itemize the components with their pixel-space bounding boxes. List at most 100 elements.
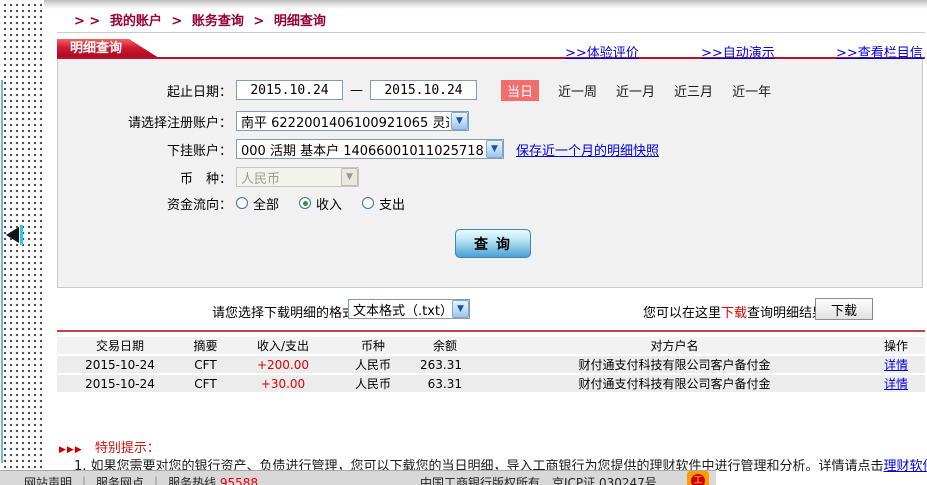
- cell-balance: 63.31: [408, 375, 482, 392]
- flow-radio-expense[interactable]: 支出: [362, 194, 405, 213]
- footer-separator: ｜: [150, 476, 162, 485]
- quick-range-year-button[interactable]: 近一年: [732, 81, 771, 100]
- download-format-select[interactable]: 文本格式（.txt） ▼: [348, 299, 470, 319]
- detail-link[interactable]: 详情: [884, 377, 908, 391]
- download-button[interactable]: 下载: [815, 298, 873, 320]
- breadcrumb-detail-query[interactable]: 明细查询: [274, 14, 326, 29]
- radio-unselected-icon: [236, 197, 248, 209]
- flow-radio-expense-label: 支出: [379, 194, 405, 213]
- chevron-down-icon: ▼: [451, 112, 468, 130]
- chevron-down-icon: ▼: [341, 168, 358, 186]
- triple-arrow-icon: ▶▶▶: [59, 445, 83, 455]
- breadcrumb: > > 我的账户 > 账务查询 > 明细查询: [74, 10, 331, 29]
- cell-summary: CFT: [183, 375, 228, 392]
- col-header-action: 操作: [867, 337, 925, 354]
- icbc-logo: 工: [687, 471, 709, 485]
- date-range-row: 起止日期： — 当日 近一周 近一月 近三月 近一年: [58, 79, 771, 101]
- save-monthly-snapshot-link[interactable]: 保存近一个月的明细快照: [516, 140, 659, 159]
- date-range-label: 起止日期：: [58, 81, 236, 100]
- table-header-row: 交易日期 摘要 收入/支出 币种 余额 对方户名 操作: [57, 337, 925, 354]
- download-row: 请您选择下载明细的格式 文本格式（.txt） ▼ 您可以在这里下载查询明细结果 …: [57, 298, 925, 322]
- breadcrumb-prefix: > >: [74, 14, 100, 29]
- footer-links: 网站声明｜服务网点｜服务热线 95588: [24, 474, 258, 485]
- table-row: 2015-10-24 CFT +30.00 人民币 63.31 财付通支付科技有…: [57, 375, 925, 392]
- transaction-table: 交易日期 摘要 收入/支出 币种 余额 对方户名 操作 2015-10-24 C…: [57, 335, 925, 394]
- date-from-input[interactable]: [236, 80, 343, 100]
- download-hint-pre: 您可以在这里: [643, 306, 721, 321]
- quick-range-today-button[interactable]: 当日: [501, 80, 539, 101]
- download-hint-post: 查询明细结果: [747, 306, 825, 321]
- download-hint-red: 下载: [721, 306, 747, 321]
- col-header-amount: 收入/支出: [228, 337, 338, 354]
- cell-balance: 263.31: [408, 356, 482, 373]
- currency-label: 币 种：: [58, 168, 236, 187]
- detail-query-page: > > 我的账户 > 账务查询 > 明细查询 明细查询 >>体验评价 >>自动演…: [0, 0, 927, 485]
- flow-radio-all[interactable]: 全部: [236, 194, 279, 213]
- footer-service-outlets-link[interactable]: 服务网点: [96, 476, 144, 485]
- query-button[interactable]: 查 询: [455, 229, 531, 258]
- fund-flow-label: 资金流向：: [58, 194, 236, 213]
- download-format-value: 文本格式（.txt）: [353, 300, 450, 319]
- quick-range-month-button[interactable]: 近一月: [616, 81, 655, 100]
- icbc-logo-ring: 工: [691, 474, 705, 485]
- breadcrumb-account-query[interactable]: 账务查询: [192, 14, 244, 29]
- special-tips-header: ▶▶▶ 特别提示：: [59, 437, 160, 456]
- cell-counterparty: 财付通支付科技有限公司客户备付金: [482, 356, 867, 373]
- registered-account-value: 南平 6222001406100921065 灵通卡: [241, 112, 449, 131]
- cell-amount: +200.00: [228, 356, 338, 373]
- table-top-red-line: [57, 330, 925, 332]
- quick-range-week-button[interactable]: 近一周: [558, 81, 597, 100]
- quick-range-3months-button[interactable]: 近三月: [674, 81, 713, 100]
- footer-hotline-number: 95588: [220, 476, 258, 485]
- cell-summary: CFT: [183, 356, 228, 373]
- radio-unselected-icon: [362, 197, 374, 209]
- download-format-label: 请您选择下载明细的格式: [212, 302, 355, 321]
- table-row: 2015-10-24 CFT +200.00 人民币 263.31 财付通支付科…: [57, 356, 925, 373]
- detail-link[interactable]: 详情: [884, 358, 908, 372]
- currency-select-disabled: 人民币 ▼: [236, 167, 359, 187]
- finance-software-download-link[interactable]: 理财软件下载/注: [884, 459, 927, 474]
- download-hint: 您可以在这里下载查询明细结果: [643, 302, 825, 321]
- cell-date: 2015-10-24: [57, 356, 183, 373]
- chevron-down-icon: ▼: [486, 140, 503, 158]
- cell-date: 2015-10-24: [57, 375, 183, 392]
- currency-row: 币 种： 人民币 ▼: [58, 166, 359, 188]
- flow-radio-all-label: 全部: [253, 194, 279, 213]
- flow-radio-income[interactable]: 收入: [299, 194, 342, 213]
- tab-detail-query: 明细查询: [57, 39, 159, 58]
- breadcrumb-divider: [57, 32, 925, 33]
- col-header-balance: 余额: [408, 337, 482, 354]
- currency-value: 人民币: [241, 168, 280, 187]
- sidebar-edge-line: [1, 80, 3, 463]
- fund-flow-row: 资金流向： 全部 收入 支出: [58, 192, 425, 214]
- col-header-summary: 摘要: [183, 337, 228, 354]
- collapse-sidebar-arrow-icon[interactable]: [6, 225, 28, 245]
- cell-counterparty: 财付通支付科技有限公司客户备付金: [482, 375, 867, 392]
- footer-copyright: 中国工商银行版权所有 京ICP证 030247号: [420, 474, 657, 485]
- cell-currency: 人民币: [338, 356, 408, 373]
- footer-separator: ｜: [78, 476, 90, 485]
- breadcrumb-separator: >: [171, 14, 182, 29]
- date-to-input[interactable]: [370, 80, 477, 100]
- col-header-date: 交易日期: [57, 337, 183, 354]
- radio-selected-icon: [299, 197, 311, 209]
- registered-account-select[interactable]: 南平 6222001406100921065 灵通卡 ▼: [236, 111, 469, 131]
- sub-account-select[interactable]: 000 活期 基本户 1406600101102571848 ▼: [236, 139, 504, 159]
- registered-account-row: 请选择注册账户： 南平 6222001406100921065 灵通卡 ▼: [58, 110, 469, 132]
- col-header-counterparty: 对方户名: [482, 337, 867, 354]
- top-gradient-strip: [0, 0, 927, 9]
- registered-account-label: 请选择注册账户：: [58, 112, 236, 131]
- left-triangle-icon: [6, 227, 19, 243]
- collapse-accent-bar: [20, 225, 23, 245]
- breadcrumb-separator: >: [253, 14, 264, 29]
- cell-amount: +30.00: [228, 375, 338, 392]
- sub-account-label: 下挂账户：: [58, 140, 236, 159]
- query-form-panel: 起止日期： — 当日 近一周 近一月 近三月 近一年 请选择注册账户： 南平 6…: [57, 59, 923, 288]
- flow-radio-income-label: 收入: [316, 194, 342, 213]
- breadcrumb-my-account[interactable]: 我的账户: [110, 14, 162, 29]
- sub-account-row: 下挂账户： 000 活期 基本户 1406600101102571848 ▼ 保…: [58, 138, 659, 160]
- col-header-currency: 币种: [338, 337, 408, 354]
- special-tips-title: 特别提示：: [95, 441, 160, 456]
- sub-account-value: 000 活期 基本户 1406600101102571848: [241, 140, 484, 159]
- footer-site-statement-link[interactable]: 网站声明: [24, 476, 72, 485]
